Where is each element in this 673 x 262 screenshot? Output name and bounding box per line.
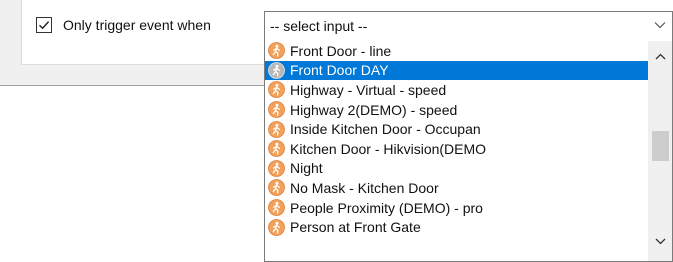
scroll-thumb[interactable] <box>652 131 669 161</box>
dropdown-option[interactable]: People Proximity (DEMO) - pro <box>265 198 649 218</box>
trigger-checkbox[interactable] <box>36 17 52 33</box>
checkmark-icon <box>39 21 50 30</box>
dropdown-option-label: Highway - Virtual - speed <box>290 81 447 98</box>
dropdown-option[interactable]: Kitchen Door - Hikvision(DEMO <box>265 139 649 159</box>
person-running-icon <box>268 42 285 60</box>
dropdown-option-label: Front Door DAY <box>290 62 389 79</box>
person-running-icon <box>268 120 285 138</box>
select-value: -- select input -- <box>270 18 368 34</box>
dropdown-option[interactable]: Highway 2(DEMO) - speed <box>265 100 649 120</box>
dropdown-option-label: Inside Kitchen Door - Occupan <box>290 121 481 138</box>
person-running-icon <box>268 101 285 118</box>
dropdown-option-label: Night <box>290 160 323 177</box>
dropdown-option-label: Front Door - line <box>290 42 392 59</box>
trigger-label: Only trigger event when <box>63 17 211 33</box>
dropdown-option-label: People Proximity (DEMO) - pro <box>290 199 483 216</box>
dropdown-items: Front Door - line Front Door DAY Highway… <box>265 41 649 237</box>
dropdown-option-label: Person at Front Gate <box>290 219 421 236</box>
dropdown-option[interactable]: Inside Kitchen Door - Occupan <box>265 119 649 139</box>
dropdown-option[interactable]: Front Door - line <box>265 41 649 61</box>
dropdown-option[interactable]: Front Door DAY <box>265 60 649 81</box>
dropdown-option-label: Kitchen Door - Hikvision(DEMO <box>290 140 487 157</box>
person-running-icon <box>268 140 285 158</box>
person-running-icon <box>268 81 285 99</box>
dropdown-option[interactable]: Person at Front Gate <box>265 217 649 237</box>
scroll-up-arrow-icon[interactable] <box>655 53 666 60</box>
dropdown-option[interactable]: Highway - Virtual - speed <box>265 80 649 100</box>
person-running-icon <box>268 199 285 216</box>
dropdown-option[interactable]: Night <box>265 159 649 179</box>
dropdown-option[interactable]: No Mask - Kitchen Door <box>265 178 649 198</box>
dropdown-scrollbar[interactable] <box>648 41 672 261</box>
chevron-down-icon <box>654 22 666 29</box>
person-running-icon <box>268 179 285 197</box>
person-running-icon <box>268 159 285 177</box>
input-select[interactable]: -- select input -- <box>264 11 673 42</box>
dropdown-option-label: Highway 2(DEMO) - speed <box>290 101 458 118</box>
person-running-icon <box>268 218 285 236</box>
person-running-icon <box>268 61 285 79</box>
dropdown-option-label: No Mask - Kitchen Door <box>290 179 439 196</box>
scroll-down-arrow-icon[interactable] <box>655 238 666 245</box>
input-dropdown-list: Front Door - line Front Door DAY Highway… <box>264 41 673 262</box>
trigger-row: Only trigger event when <box>36 17 211 33</box>
